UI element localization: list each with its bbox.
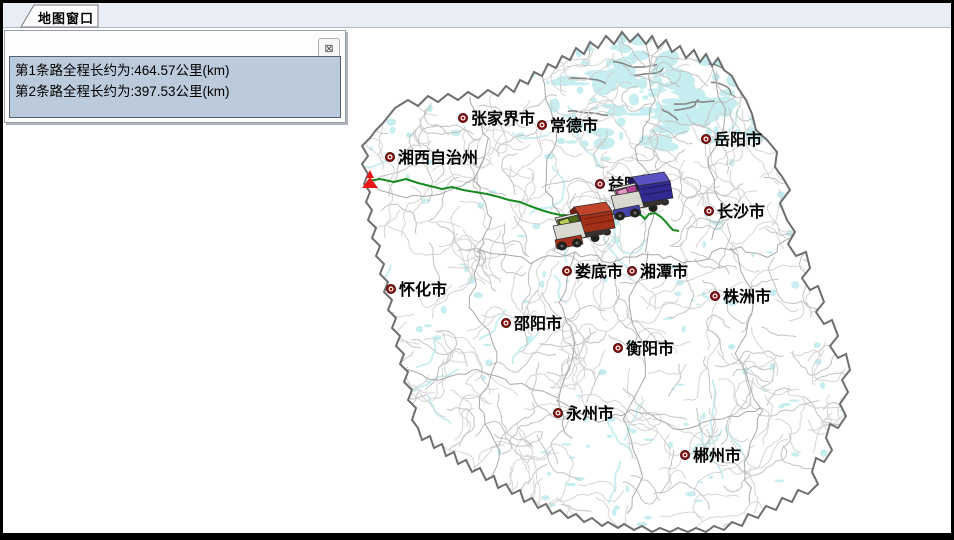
route-length-box: 第1条路全程长约为:464.57公里(km) 第2条路全程长约为:397.53公… [9,56,341,118]
map-content: 湘西自治州张家界市常德市岳阳市益阳市长沙市娄底市湘潭市株洲市怀化市邵阳市衡阳市永… [3,28,951,533]
tab-label: 地图窗口 [38,8,94,27]
city-label: 常德市 [550,116,598,135]
city-label: 岳阳市 [714,130,762,149]
city-湘西自治州[interactable]: 湘西自治州 [385,148,478,167]
city-label: 邵阳市 [513,314,562,333]
panel-close-icon: ⊠ [324,43,333,55]
city-label: 怀化市 [399,280,447,299]
route-length-line-2: 第2条路全程长约为:397.53公里(km) [15,81,335,102]
route-length-line-1: 第1条路全程长约为:464.57公里(km) [15,60,335,81]
tab-strip: 地图窗口 [3,3,951,28]
city-label: 永州市 [565,404,614,423]
tab-map-window[interactable]: 地图窗口 [20,4,100,28]
city-label: 衡阳市 [626,339,674,358]
city-label: 株洲市 [723,287,771,306]
city-label: 湘潭市 [640,262,688,281]
city-label: 湘西自治州 [398,148,478,167]
city-label: 张家界市 [471,109,535,128]
city-label: 郴州市 [693,446,741,465]
city-label: 长沙市 [717,202,765,221]
route-info-panel: ⊠ 第1条路全程长约为:464.57公里(km) 第2条路全程长约为:397.5… [4,30,346,123]
city-label: 娄底市 [575,262,623,281]
